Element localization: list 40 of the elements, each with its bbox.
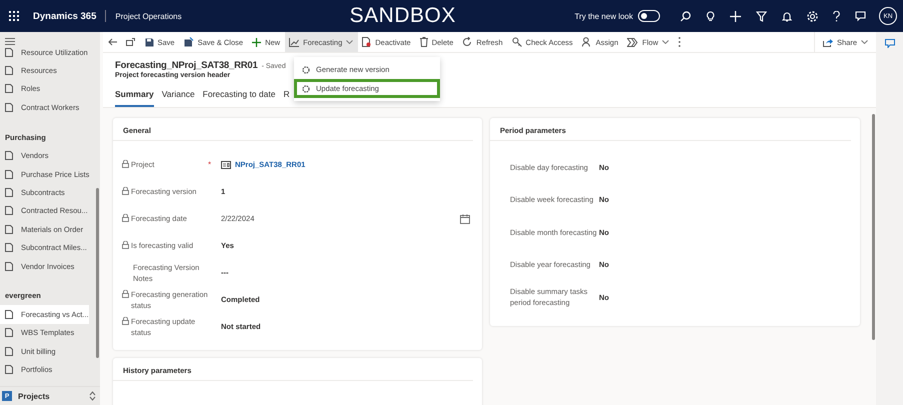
area-name: Project Operations bbox=[115, 12, 182, 20]
more-vertical-icon bbox=[678, 37, 682, 47]
flow-icon bbox=[627, 38, 638, 46]
settings-icon[interactable] bbox=[806, 10, 818, 22]
tab[interactable]: R bbox=[283, 86, 290, 107]
chevron-down-icon bbox=[861, 40, 868, 44]
required-asterisk: * bbox=[208, 160, 212, 169]
key-icon bbox=[512, 37, 522, 47]
app-launcher-icon[interactable] bbox=[9, 11, 19, 21]
plus-icon bbox=[252, 38, 262, 46]
app-name[interactable]: Dynamics 365 bbox=[33, 10, 96, 22]
record-card-icon bbox=[221, 160, 231, 168]
gear-icon bbox=[302, 84, 310, 92]
popout-icon bbox=[126, 38, 134, 46]
tab[interactable]: Variance bbox=[162, 86, 195, 107]
record-title: Forecasting_NProj_SAT38_RR01 bbox=[115, 60, 258, 71]
back-arrow-icon bbox=[108, 38, 116, 46]
plus-icon[interactable] bbox=[730, 10, 740, 22]
tab[interactable]: Forecasting to date bbox=[202, 86, 276, 107]
filter-icon[interactable] bbox=[756, 10, 766, 22]
new-look-toggle[interactable] bbox=[638, 10, 660, 22]
lightbulb-icon[interactable] bbox=[706, 10, 714, 22]
menu-icon[interactable] bbox=[5, 38, 15, 45]
calendar-icon[interactable] bbox=[460, 214, 470, 224]
scrollbar[interactable] bbox=[96, 188, 99, 358]
share-icon bbox=[822, 38, 833, 46]
bell-icon[interactable] bbox=[782, 10, 792, 22]
document-icon bbox=[362, 37, 372, 47]
search-icon[interactable] bbox=[680, 10, 690, 22]
line-chart-icon bbox=[289, 38, 300, 46]
sandbox-label: SANDBOX bbox=[350, 4, 456, 28]
new-look-label: Try the new look bbox=[574, 12, 633, 20]
gear-icon bbox=[302, 66, 310, 74]
tab[interactable]: Summary bbox=[115, 86, 154, 107]
help-icon[interactable] bbox=[832, 10, 840, 22]
up-down-chevron-icon bbox=[89, 391, 96, 401]
person-icon bbox=[582, 37, 592, 47]
trash-icon bbox=[420, 37, 428, 47]
scrollbar[interactable] bbox=[872, 114, 875, 340]
refresh-icon bbox=[462, 37, 472, 47]
